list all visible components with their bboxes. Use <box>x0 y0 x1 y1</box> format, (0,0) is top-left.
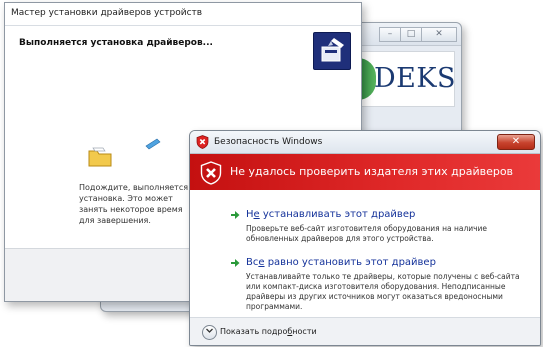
security-titlebar: Безопасность Windows ✕ <box>190 131 540 154</box>
green-arrow-icon <box>231 211 240 219</box>
option-title-prefix: Н <box>246 209 254 220</box>
option-title[interactable]: Не устанавливать этот драйвер <box>246 209 415 220</box>
option-title[interactable]: Все равно установить этот драйвер <box>246 257 436 268</box>
security-footer: Показать подробности <box>190 317 540 345</box>
option-title-rest: равно установить этот драйвер <box>264 257 436 268</box>
flying-document-icon <box>145 138 161 150</box>
wizard-wait-text: Подождите, выполняется установка. Это мо… <box>79 183 189 225</box>
shield-icon <box>196 135 209 149</box>
option-description: Устанавливайте только те драйверы, котор… <box>246 272 520 311</box>
install-anyway-option[interactable]: Все равно установить этот драйвер Устана… <box>230 257 530 313</box>
details-label-rest: ности <box>292 327 317 336</box>
wizard-header: Выполняется установка драйверов... <box>5 25 361 73</box>
shield-error-icon <box>200 161 222 185</box>
close-button[interactable]: ✕ <box>421 27 457 42</box>
green-arrow-icon <box>231 259 240 267</box>
close-button[interactable]: ✕ <box>497 134 535 150</box>
wizard-heading: Выполняется установка драйверов... <box>19 38 213 48</box>
warning-banner: Не удалось проверить издателя этих драйв… <box>190 154 540 190</box>
details-label-prefix: Показать подро <box>220 327 288 336</box>
do-not-install-option[interactable]: Не устанавливать этот драйвер Проверьте … <box>230 209 530 249</box>
deks-logo: DEKS <box>357 51 457 107</box>
driver-install-icon <box>313 32 351 70</box>
option-title-rest: устанавливать этот драйвер <box>259 209 416 220</box>
minimize-button[interactable]: – <box>379 27 401 42</box>
expand-details-button[interactable] <box>202 325 217 340</box>
option-description: Проверьте веб-сайт изготовителя оборудов… <box>246 224 488 243</box>
show-details-link[interactable]: Показать подробности <box>220 327 317 336</box>
wizard-title: Мастер установки драйверов устройств <box>11 8 203 18</box>
maximize-button[interactable]: □ <box>400 27 422 42</box>
windows-security-dialog: Безопасность Windows ✕ Не удалось провер… <box>189 130 541 346</box>
security-title: Безопасность Windows <box>214 137 323 147</box>
deks-logo-text: DEKS <box>374 63 457 94</box>
folder-icon <box>88 147 112 167</box>
banner-text: Не удалось проверить издателя этих драйв… <box>230 165 514 178</box>
option-title-prefix: Вс <box>246 257 259 268</box>
chevron-down-icon <box>206 328 213 333</box>
